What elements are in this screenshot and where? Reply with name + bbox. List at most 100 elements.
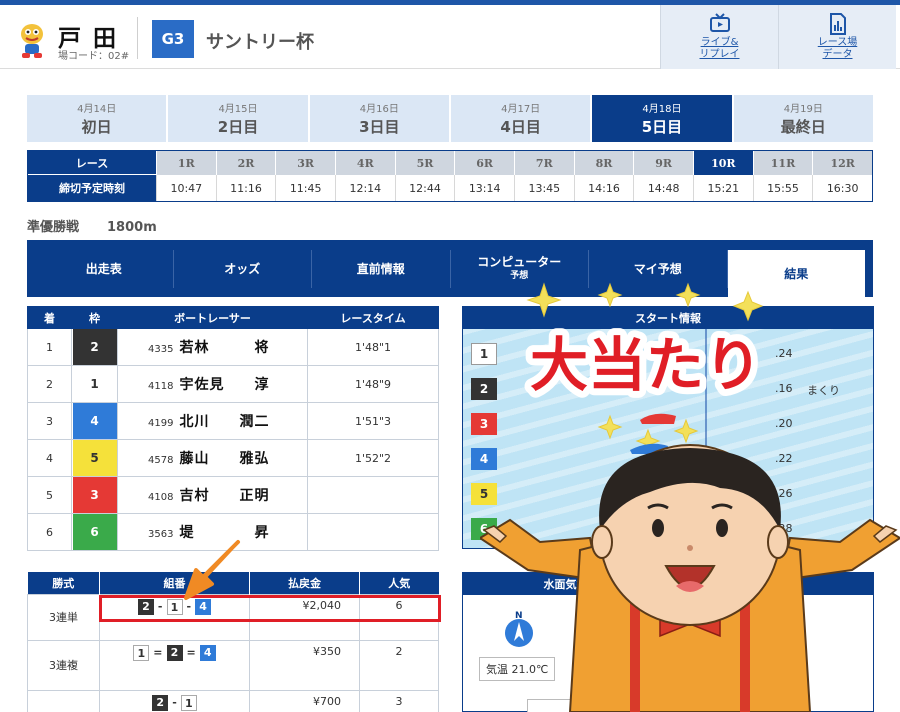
race-time-cell: 1'51"3 <box>307 402 439 440</box>
col-racer: ボートレーサー <box>117 306 308 329</box>
result-row: 4 5 4578 藤山 雅弘 1'52"2 <box>27 439 439 477</box>
popularity-cell: 3 <box>359 689 439 712</box>
waku-badge: 4 <box>72 403 117 439</box>
race-tab-4r[interactable]: 4R <box>335 151 395 175</box>
mascot-logo-icon <box>21 24 43 58</box>
nav-tab-label: マイ予想 <box>633 262 682 276</box>
combo-boat-badge: 2 <box>152 694 169 711</box>
race-name: 準優勝戦 <box>27 220 80 235</box>
deadline-time: 11:45 <box>275 175 335 201</box>
place-cell: 4 <box>27 439 72 477</box>
popularity-cell: 2 <box>359 639 439 691</box>
col-popularity: 人気 <box>359 572 439 594</box>
race-tab-1r[interactable]: 1R <box>156 151 216 175</box>
waku-badge: 5 <box>72 440 117 476</box>
waku-cell: 6 <box>71 513 118 551</box>
cheering-boy-illustration <box>480 444 900 712</box>
col-waku: 枠 <box>71 306 118 329</box>
race-tab-3r[interactable]: 3R <box>275 151 335 175</box>
nav-tab-2[interactable]: オッズ <box>174 250 312 288</box>
live-replay-button[interactable]: ライブ& リプレイ <box>660 5 778 69</box>
tv-icon <box>709 13 730 32</box>
combo-cell: 2-1 <box>99 689 250 712</box>
racer-name[interactable]: 北川 潤二 <box>173 414 269 430</box>
deadline-time: 10:47 <box>156 175 216 201</box>
payout-row: 3連複 1 = 2 = 4 ¥350 2 <box>27 639 439 691</box>
race-time-cell: 1'52"2 <box>307 439 439 477</box>
racer-name[interactable]: 若林 将 <box>173 340 269 356</box>
day-tab-label: 初日 <box>81 118 112 136</box>
bet-type-cell <box>27 689 100 712</box>
race-tab-7r[interactable]: 7R <box>514 151 574 175</box>
nav-tab-1[interactable]: 出走表 <box>35 250 174 288</box>
deadline-time: 12:44 <box>394 175 455 201</box>
day-tab-label: 2日目 <box>217 118 259 136</box>
payout-amount: ¥350 <box>249 639 360 691</box>
race-series-title: サントリー杯 <box>206 32 314 53</box>
place-cell: 3 <box>27 402 72 440</box>
race-selector-grid: レース 1R 2R 3R 4R 5R 6R 7R 8R 9R 10R 11R 12R 締切予定時刻 10:4… <box>27 150 873 202</box>
day-tab-label: 最終日 <box>780 118 826 136</box>
deadline-time: 14:48 <box>633 175 693 201</box>
race-data-button[interactable]: レース場 データ <box>778 5 896 69</box>
bet-type-cell: 3連単 <box>27 593 100 641</box>
day-tab-2[interactable]: 4月15日 2日目 <box>168 95 308 142</box>
combo-boat-badge: 4 <box>199 644 216 661</box>
day-tab-5[interactable]: 4月18日 5日目 <box>592 95 732 142</box>
deadline-time: 12:14 <box>335 175 395 201</box>
place-cell: 5 <box>27 476 72 514</box>
day-tab-4[interactable]: 4月17日 4日目 <box>450 95 591 142</box>
waku-cell: 1 <box>71 365 118 403</box>
combo-boat-badge: 2 <box>166 644 183 661</box>
jackpot-text: 大当たり <box>530 331 762 399</box>
combo-separator: - <box>172 696 177 709</box>
race-data-label: レース場 データ <box>817 37 858 60</box>
waku-cell: 3 <box>71 476 118 514</box>
bet-type-cell: 3連複 <box>27 639 100 691</box>
deadline-row-header: 締切予定時刻 <box>28 175 156 201</box>
race-time-cell: 1'48"1 <box>307 328 439 366</box>
nav-tab-3[interactable]: 直前情報 <box>312 250 451 288</box>
day-tab-date: 4月19日 <box>783 104 823 115</box>
race-tab-12r[interactable]: 12R <box>812 151 872 175</box>
pointer-arrow-icon <box>184 540 240 600</box>
data-icon <box>829 13 846 35</box>
racer-number: 4578 <box>148 455 174 466</box>
racer-name[interactable]: 藤山 雅弘 <box>173 451 269 467</box>
racer-number: 4335 <box>148 344 174 355</box>
result-row: 3 4 4199 北川 潤二 1'51"3 <box>27 402 439 440</box>
racer-name[interactable]: 宇佐見 淳 <box>173 377 269 393</box>
day-tab-3[interactable]: 4月16日 3日目 <box>309 95 449 142</box>
day-tab-date: 4月17日 <box>501 104 541 115</box>
race-row-header: レース <box>28 151 156 175</box>
race-tab-10r[interactable]: 10R <box>693 151 753 175</box>
race-tab-6r[interactable]: 6R <box>454 151 514 175</box>
racer-name[interactable]: 吉村 正明 <box>173 488 269 504</box>
col-race-time: レースタイム <box>307 306 439 329</box>
result-row: 1 2 4335 若林 将 1'48"1 <box>27 328 439 366</box>
race-tab-5r[interactable]: 5R <box>394 151 455 175</box>
day-tab-1[interactable]: 4月14日 初日 <box>27 95 167 142</box>
race-tab-2r[interactable]: 2R <box>215 151 276 175</box>
race-info: 準優勝戦 1800m <box>27 216 157 235</box>
deadline-time: 15:55 <box>752 175 813 201</box>
nav-tab-label: コンピューター <box>477 255 562 269</box>
nav-tab-label: 結果 <box>784 266 809 281</box>
place-cell: 1 <box>27 328 72 366</box>
race-tab-9r[interactable]: 9R <box>633 151 693 175</box>
combo-boat-badge: 1 <box>133 644 150 661</box>
race-tab-8r[interactable]: 8R <box>573 151 634 175</box>
day-tab-6[interactable]: 4月19日最終日 <box>733 95 873 142</box>
result-row: 5 3 4108 吉村 正明 <box>27 476 439 514</box>
day-tab-label: 3日目 <box>359 118 400 136</box>
race-time-cell: 1'48"9 <box>307 365 439 403</box>
nav-tab-label: 直前情報 <box>356 262 405 276</box>
deadline-time: 15:21 <box>693 175 753 201</box>
racer-cell: 4108 吉村 正明 <box>117 476 308 514</box>
result-table: 着 枠 ボートレーサー レースタイム 1 2 4335 若林 将 1'48"1 2… <box>27 306 439 551</box>
racer-cell: 4578 藤山 雅弘 <box>117 439 308 477</box>
waku-badge: 1 <box>72 366 117 402</box>
day-tab-date: 4月16日 <box>359 104 399 115</box>
combo-separator: = <box>153 646 163 659</box>
race-tab-11r[interactable]: 11R <box>752 151 813 175</box>
